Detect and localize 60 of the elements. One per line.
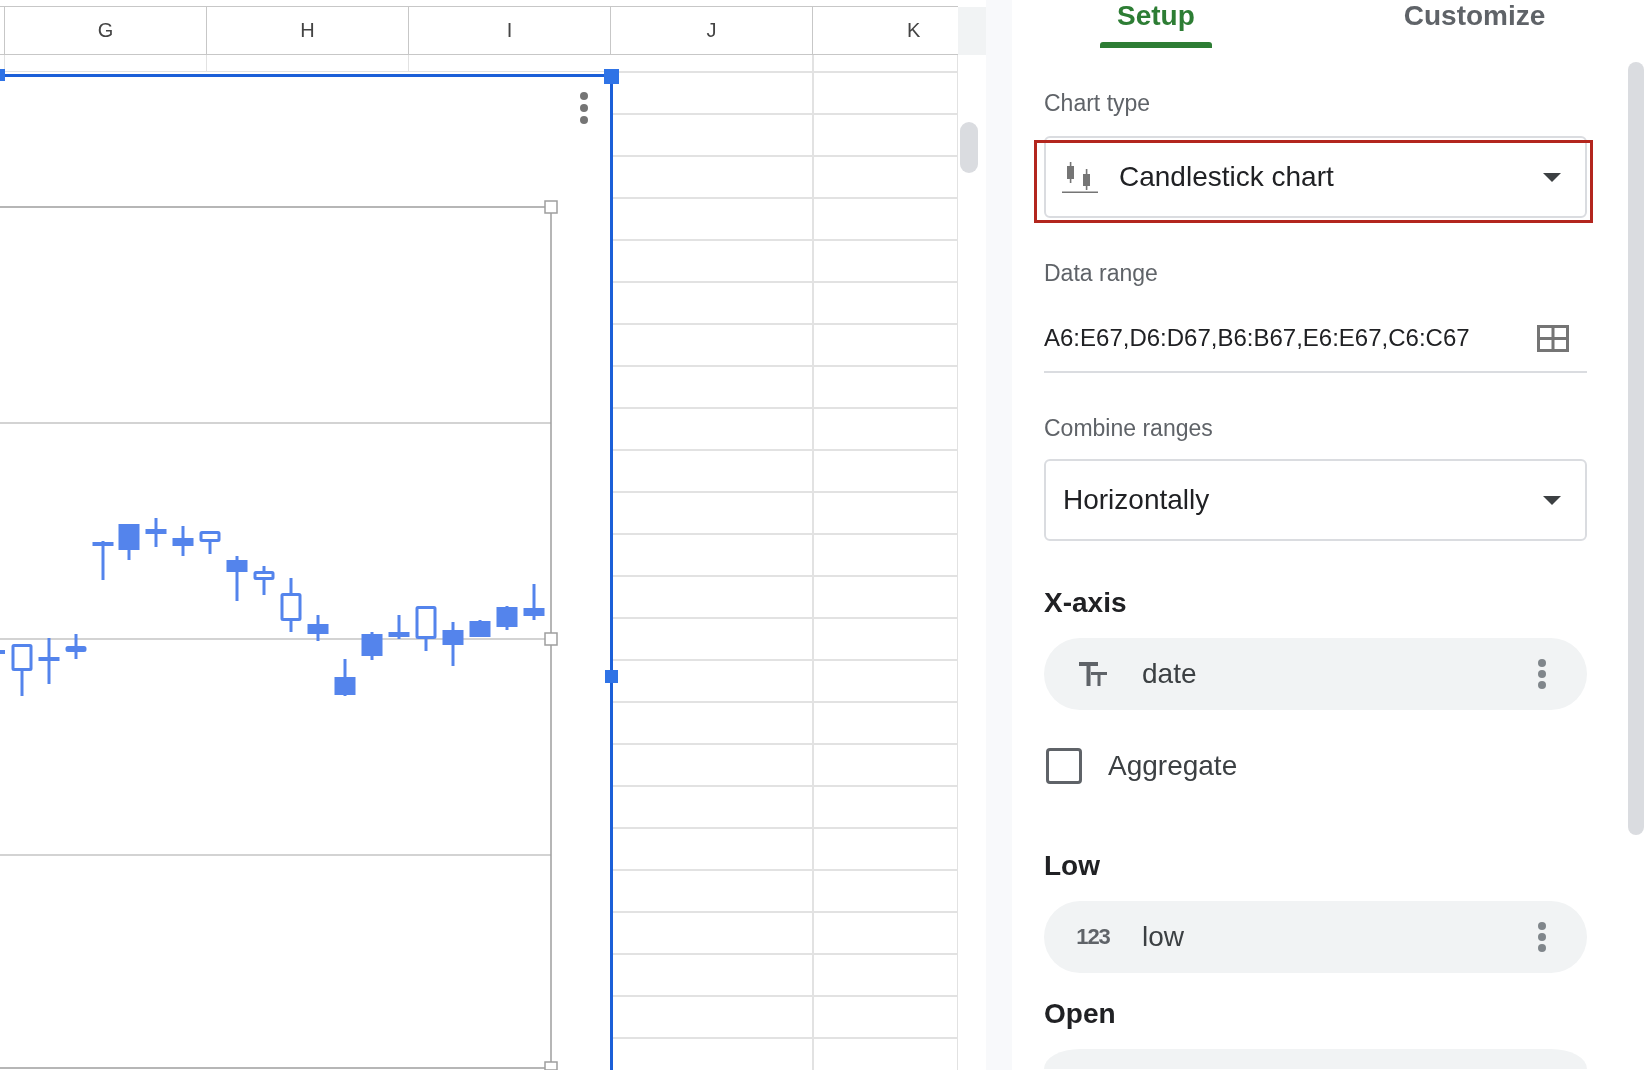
candlestick bbox=[388, 615, 410, 639]
section-heading: Open bbox=[1044, 997, 1116, 1031]
candlestick bbox=[415, 606, 437, 651]
more-options-icon[interactable] bbox=[1538, 922, 1546, 952]
scrollbar[interactable] bbox=[960, 122, 978, 173]
resize-handle[interactable] bbox=[605, 670, 618, 683]
field-label: Chart type bbox=[1044, 89, 1151, 117]
candlestick bbox=[361, 632, 383, 660]
candlestick bbox=[145, 518, 167, 547]
candlestick-chart-icon bbox=[1062, 161, 1098, 193]
candlestick bbox=[38, 638, 60, 684]
candlestick bbox=[172, 526, 194, 556]
candlestick bbox=[226, 556, 248, 601]
candlestick bbox=[11, 644, 33, 696]
more-options-icon[interactable] bbox=[1538, 659, 1546, 689]
editor-tab[interactable]: Setup bbox=[1100, 0, 1212, 48]
candlestick bbox=[280, 578, 302, 632]
number-type-icon: 123 bbox=[1076, 924, 1110, 950]
candlestick bbox=[118, 524, 140, 560]
candlestick bbox=[496, 606, 518, 630]
resize-handle[interactable] bbox=[0, 69, 5, 81]
candlestick bbox=[442, 622, 464, 666]
resize-handle[interactable] bbox=[604, 69, 619, 84]
column-header[interactable]: G bbox=[5, 7, 207, 54]
resize-handle[interactable] bbox=[544, 632, 558, 646]
section-heading: Low bbox=[1044, 849, 1100, 883]
grid-icon[interactable] bbox=[1537, 324, 1569, 352]
field-chip[interactable]: date bbox=[1044, 638, 1587, 710]
candlestick bbox=[469, 620, 491, 637]
candlestick bbox=[0, 650, 5, 654]
dropdown-arrow-icon bbox=[1543, 172, 1561, 182]
more-options-icon[interactable] bbox=[580, 92, 588, 124]
candlestick bbox=[523, 584, 545, 620]
scrollbar[interactable] bbox=[1628, 62, 1644, 835]
data-range-field[interactable]: A6:E67,D6:D67,B6:B67,E6:E67,C6:C67 bbox=[1044, 305, 1587, 373]
column-header[interactable]: H bbox=[207, 7, 409, 54]
section-heading: X-axis bbox=[1044, 586, 1127, 620]
text-type-icon bbox=[1079, 662, 1107, 686]
aggregate-checkbox[interactable] bbox=[1046, 748, 1082, 784]
field-label: Data range bbox=[1044, 259, 1158, 287]
checkbox-label: Aggregate bbox=[1108, 750, 1238, 782]
column-header[interactable]: J bbox=[611, 7, 813, 54]
field-label: Combine ranges bbox=[1044, 414, 1213, 442]
editor-tab[interactable]: Customize bbox=[1386, 0, 1563, 48]
resize-handle[interactable] bbox=[544, 200, 558, 214]
field-chip[interactable]: 123 low bbox=[1044, 901, 1587, 973]
candlestick bbox=[92, 541, 114, 580]
chart-object[interactable] bbox=[0, 74, 613, 1070]
spreadsheet-grid[interactable] bbox=[613, 55, 958, 1070]
candlestick bbox=[307, 615, 329, 641]
candlestick bbox=[65, 634, 87, 659]
dropdown-arrow-icon bbox=[1543, 495, 1561, 505]
chart-type-dropdown[interactable]: Candlestick chart bbox=[1044, 136, 1587, 218]
combine-ranges-dropdown[interactable]: Horizontally bbox=[1044, 459, 1587, 541]
candlestick bbox=[199, 531, 221, 554]
column-header[interactable]: I bbox=[409, 7, 611, 54]
resize-handle[interactable] bbox=[544, 1061, 558, 1070]
candlestick bbox=[253, 566, 275, 595]
candlestick bbox=[334, 659, 356, 696]
header-corner bbox=[958, 7, 986, 55]
